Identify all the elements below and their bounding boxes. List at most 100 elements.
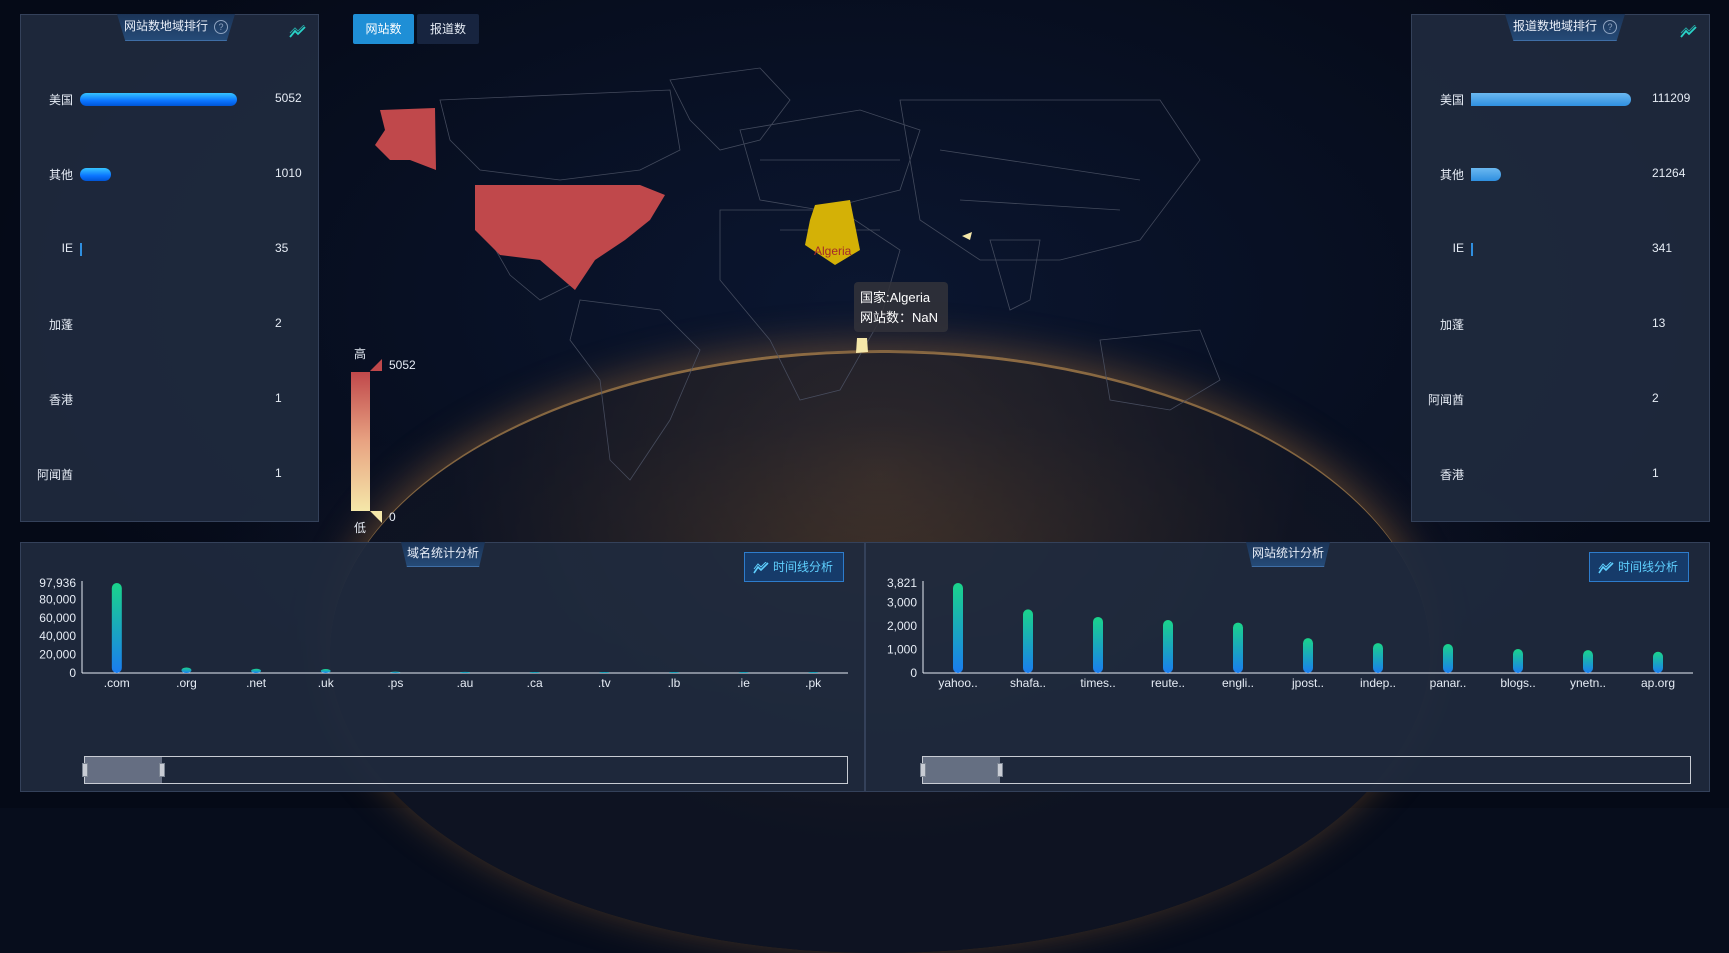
ranking-bar [80, 168, 112, 181]
x-tick-label: .ca [527, 676, 543, 690]
bar[interactable] [529, 672, 540, 673]
slider-right-handle[interactable] [159, 763, 165, 777]
legend-high-handle-icon[interactable] [370, 359, 382, 371]
website-zoom-slider[interactable] [920, 756, 1691, 784]
x-tick-label: indep.. [1360, 676, 1396, 690]
bar[interactable] [320, 669, 331, 673]
slider-left-handle[interactable] [920, 763, 926, 777]
bar[interactable] [1163, 620, 1173, 673]
ranking-label: 阿闻酋 [36, 468, 73, 482]
legend-gradient-bar[interactable] [351, 372, 370, 511]
bar[interactable] [953, 583, 963, 673]
ranking-row[interactable]: 美国 5052 [21, 89, 318, 109]
tooltip-value: 网站数：NaN [860, 310, 939, 325]
website-region-ranking-panel: 网站数地域排行? 美国 5052 其他 1010 IE 35 加蓬 2 香港 1 阿闻酋 1 [20, 14, 319, 522]
ranking-bar [1471, 168, 1502, 181]
bar[interactable] [251, 668, 262, 673]
y-tick-label: 0 [69, 666, 76, 680]
x-tick-label: yahoo.. [938, 676, 977, 690]
panel-title: 报道数地域排行? [1505, 14, 1625, 41]
bar[interactable] [1443, 644, 1453, 673]
tab-report-count[interactable]: 报道数 [417, 14, 479, 44]
bar[interactable] [1373, 643, 1383, 673]
ranking-row[interactable]: 香港 1 [1412, 464, 1709, 484]
panel-title: 域名统计分析 [401, 542, 485, 567]
map-canada [439, 89, 681, 181]
bar[interactable] [1303, 638, 1313, 673]
x-tick-label: engli.. [1222, 676, 1254, 690]
ranking-value: 341 [1652, 241, 1673, 255]
y-tick-label: 97,936 [39, 576, 76, 590]
x-tick-label: .pk [805, 676, 822, 690]
y-tick-label: 3,821 [887, 576, 917, 590]
ranking-label: 其他 [48, 168, 73, 182]
slider-window[interactable] [923, 757, 1000, 783]
trend-chart-icon[interactable] [1680, 25, 1698, 39]
x-tick-label: times.. [1080, 676, 1115, 690]
world-map[interactable]: Algeria [340, 60, 1300, 500]
ranking-row[interactable]: 香港 1 [21, 389, 318, 409]
domain-zoom-slider[interactable] [82, 756, 848, 784]
ranking-label: 加蓬 [1439, 318, 1464, 332]
y-tick-label: 60,000 [39, 611, 76, 625]
ranking-row[interactable]: 其他 1010 [21, 164, 318, 184]
ranking-bar [80, 93, 237, 106]
y-tick-label: 1,000 [887, 642, 917, 656]
domain-stats-panel: 域名统计分析 时间线分析 0 20,000 40,000 60,000 80,000 97… [20, 542, 865, 792]
slider-left-handle[interactable] [82, 763, 88, 777]
slider-right-handle[interactable] [997, 763, 1003, 777]
website-bar-chart[interactable]: 0 1,000 2,000 3,000 3,821 yahoo.. shafa.. times… [866, 573, 1711, 698]
bar[interactable] [668, 672, 679, 673]
y-tick-label: 3,000 [887, 595, 917, 609]
bar[interactable] [460, 671, 470, 673]
bar[interactable] [390, 671, 401, 673]
ranking-row[interactable]: 阿闻酋 2 [1412, 389, 1709, 409]
ranking-row[interactable]: IE 341 [1412, 239, 1709, 259]
ranking-row[interactable]: 加蓬 13 [1412, 314, 1709, 334]
bar[interactable] [1583, 650, 1593, 673]
y-tick-label: 20,000 [39, 648, 76, 662]
map-tooltip: 国家:Algeria 网站数：NaN [854, 282, 948, 332]
ranking-row[interactable]: 加蓬 2 [21, 314, 318, 334]
ranking-row[interactable]: 其他 21264 [1412, 164, 1709, 184]
ranking-value: 2 [275, 316, 282, 330]
bar[interactable] [111, 583, 122, 673]
ranking-bar [1471, 93, 1631, 106]
bar[interactable] [808, 672, 819, 673]
website-stats-panel: 网站统计分析 时间线分析 0 1,000 2,000 3,000 3,821 yahoo.… [865, 542, 1710, 792]
x-tick-label: .org [176, 676, 197, 690]
bar[interactable] [1233, 622, 1243, 673]
domain-bar-chart[interactable]: 0 20,000 40,000 60,000 80,000 97,936 .com .org.… [21, 573, 866, 698]
map-india [989, 239, 1041, 311]
ranking-label: 香港 [48, 393, 73, 407]
tab-website-count[interactable]: 网站数 [353, 14, 414, 44]
bar[interactable] [1093, 616, 1103, 673]
bar[interactable] [599, 672, 610, 673]
map-asia [899, 99, 1201, 261]
slider-window[interactable] [85, 757, 162, 783]
bar[interactable] [1513, 648, 1523, 673]
ranking-value: 35 [275, 241, 289, 255]
x-tick-label: panar.. [1430, 676, 1467, 690]
ranking-value: 1010 [275, 166, 302, 180]
map-legend[interactable]: 高 5052 0 低 [350, 345, 416, 535]
legend-max: 5052 [389, 358, 416, 372]
trend-chart-icon[interactable] [289, 25, 307, 39]
ranking-row[interactable]: 美国 111209 [1412, 89, 1709, 109]
bar[interactable] [1653, 651, 1663, 673]
tooltip-country: 国家:Algeria [860, 290, 931, 305]
bar[interactable] [738, 672, 749, 673]
ranking-row[interactable]: 阿闻酋 1 [21, 464, 318, 484]
ranking-label: IE [61, 241, 73, 255]
bar[interactable] [1023, 609, 1033, 673]
help-icon[interactable]: ? [1603, 19, 1617, 34]
bar[interactable] [181, 667, 192, 673]
x-tick-label: .tv [598, 676, 611, 690]
ranking-label: 香港 [1439, 468, 1464, 482]
ranking-value: 13 [1652, 316, 1666, 330]
map-highlight-label: Algeria [814, 244, 852, 258]
help-icon[interactable]: ? [214, 19, 228, 34]
y-tick-label: 80,000 [39, 592, 76, 606]
legend-low-handle-icon[interactable] [370, 511, 382, 523]
ranking-row[interactable]: IE 35 [21, 239, 318, 259]
